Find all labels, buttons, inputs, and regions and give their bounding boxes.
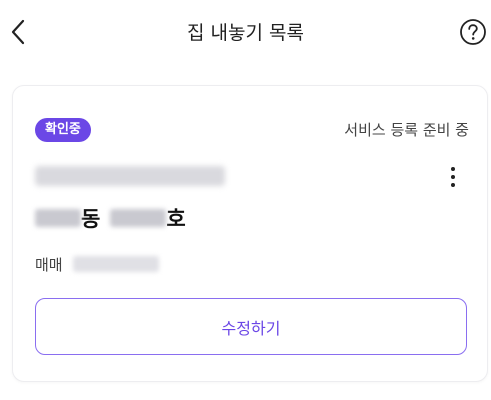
more-menu-button[interactable] xyxy=(441,162,465,192)
redacted-address xyxy=(35,166,225,186)
redacted-price xyxy=(72,256,159,272)
trade-info: 매매 xyxy=(35,253,159,275)
app-header: 집 내놓기 목록 xyxy=(0,0,491,64)
unit-dong-suffix: 동 xyxy=(81,207,101,231)
kebab-menu-icon xyxy=(451,167,455,171)
question-circle-icon xyxy=(460,19,486,45)
edit-button[interactable]: 수정하기 xyxy=(35,298,467,355)
trade-type: 매매 xyxy=(35,255,63,274)
help-button[interactable] xyxy=(457,16,489,48)
unit-info: 동 호 xyxy=(35,204,186,232)
unit-ho-suffix: 호 xyxy=(166,207,186,231)
kebab-dot xyxy=(451,183,455,187)
redacted-dong xyxy=(35,209,81,227)
listing-card[interactable]: 확인중 서비스 등록 준비 중 동 호 매매 수정하기 xyxy=(12,85,488,382)
kebab-dot xyxy=(451,175,455,179)
status-badge: 확인중 xyxy=(35,118,91,142)
listing-status: 서비스 등록 준비 중 xyxy=(344,121,469,139)
page-title: 집 내놓기 목록 xyxy=(187,22,304,44)
redacted-ho xyxy=(110,209,167,227)
